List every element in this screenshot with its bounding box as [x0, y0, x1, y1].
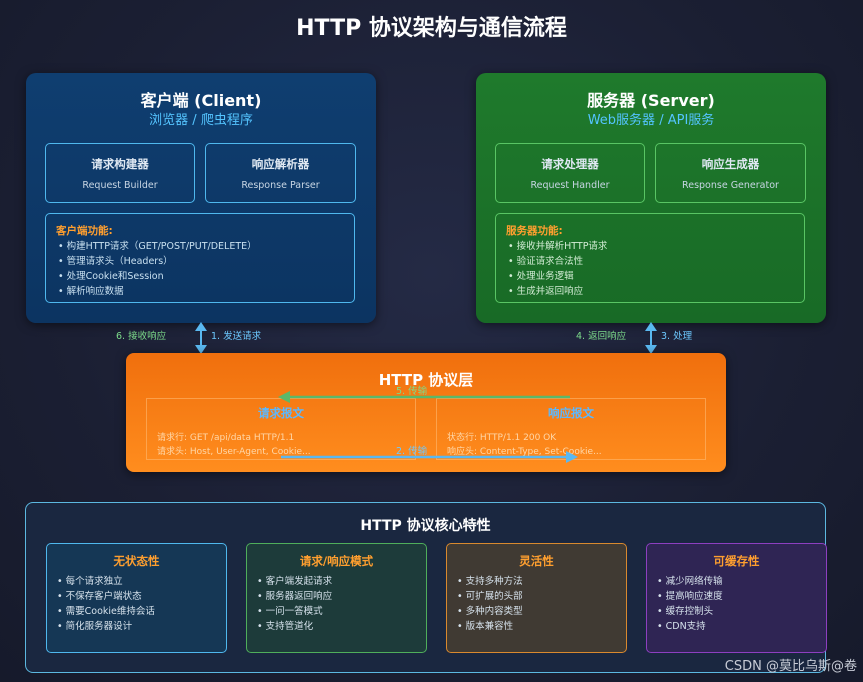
feature-item: • 多种内容类型	[457, 606, 523, 617]
feature-item: • 一问一答模式	[257, 606, 323, 617]
feature-card-cacheability: 可缓存性 • 减少网络传输 • 提高响应速度 • 缓存控制头 • CDN支持	[646, 543, 827, 653]
flow-label-transfer-back: 5. 传输	[396, 386, 428, 397]
feature-card-title: 无状态性	[113, 554, 160, 568]
feature-item: • 不保存客户端状态	[57, 591, 142, 602]
transfer-forward-arrow	[281, 451, 578, 463]
flow-label-send: 1. 发送请求	[211, 331, 262, 342]
flow-label-transfer: 2. 传输	[396, 446, 428, 457]
feature-item: • 支持多种方法	[457, 576, 523, 587]
feature-item: • 版本兼容性	[457, 621, 514, 632]
protocol-layer-panel: HTTP 协议层 请求报文 请求行: GET /api/data HTTP/1.…	[126, 353, 726, 472]
feature-card-list: • 客户端发起请求 • 服务器返回响应 • 一问一答模式 • 支持管道化	[257, 574, 332, 634]
feature-card-list: • 减少网络传输 • 提高响应速度 • 缓存控制头 • CDN支持	[657, 574, 723, 634]
feature-card-list: • 每个请求独立 • 不保存客户端状态 • 需要Cookie维持会话 • 简化服…	[57, 574, 155, 634]
feature-item: • 缓存控制头	[657, 606, 714, 617]
feature-card-title: 可缓存性	[713, 554, 760, 568]
feature-card-flexibility: 灵活性 • 支持多种方法 • 可扩展的头部 • 多种内容类型 • 版本兼容性	[446, 543, 627, 653]
client-protocol-arrow	[195, 322, 207, 354]
feature-item: • 简化服务器设计	[57, 621, 133, 632]
feature-card-title: 请求/响应模式	[299, 554, 374, 568]
feature-item: • 每个请求独立	[57, 576, 123, 587]
feature-item: • 支持管道化	[257, 621, 314, 632]
feature-item: • 需要Cookie维持会话	[57, 606, 155, 617]
feature-item: • 服务器返回响应	[257, 591, 333, 602]
flow-label-receive: 6. 接收响应	[116, 331, 167, 342]
feature-item: • 可扩展的头部	[457, 591, 523, 602]
features-panel: HTTP 协议核心特性 无状态性 • 每个请求独立 • 不保存客户端状态 • 需…	[25, 502, 827, 673]
feature-card-list: • 支持多种方法 • 可扩展的头部 • 多种内容类型 • 版本兼容性	[457, 574, 523, 634]
features-title: HTTP 协议核心特性	[360, 518, 491, 534]
feature-card-stateless: 无状态性 • 每个请求独立 • 不保存客户端状态 • 需要Cookie维持会话 …	[46, 543, 227, 653]
flow-label-process: 3. 处理	[661, 331, 693, 342]
feature-item: • 客户端发起请求	[257, 576, 333, 587]
feature-item: • CDN支持	[657, 621, 706, 632]
feature-item: • 提高响应速度	[657, 591, 723, 602]
feature-card-title: 灵活性	[519, 554, 554, 568]
feature-card-request-response: 请求/响应模式 • 客户端发起请求 • 服务器返回响应 • 一问一答模式 • 支…	[246, 543, 427, 653]
watermark: CSDN @莫比乌斯@卷	[724, 659, 857, 674]
server-protocol-arrow	[645, 322, 657, 354]
feature-item: • 减少网络传输	[657, 576, 723, 587]
flow-label-return: 4. 返回响应	[576, 331, 627, 342]
